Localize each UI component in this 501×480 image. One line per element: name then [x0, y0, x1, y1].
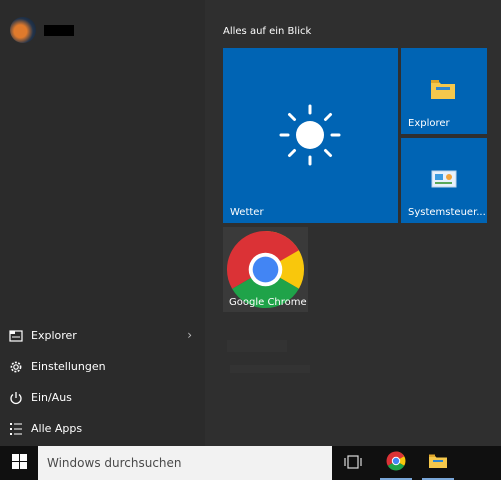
folder-icon [430, 78, 456, 104]
faded-shadow [227, 340, 287, 352]
menu-item-all-apps[interactable]: Alle Apps [0, 413, 205, 444]
search-box[interactable] [38, 446, 332, 480]
menu-item-power-label: Ein/Aus [31, 391, 72, 404]
file-explorer-icon [428, 453, 448, 473]
tile-chrome[interactable]: Google Chrome [223, 227, 308, 312]
start-menu: Explorer › Einstellungen Ein/Aus Alle Ap… [0, 0, 501, 446]
menu-item-explorer-label: Explorer [31, 329, 77, 342]
control-panel-icon [431, 168, 457, 194]
tile-chrome-label: Google Chrome [229, 297, 307, 308]
chrome-icon [386, 451, 406, 475]
sun-icon [278, 103, 342, 171]
tile-explorer[interactable]: Explorer [401, 48, 487, 134]
username-redacted [44, 24, 74, 36]
taskbar-chrome-button[interactable] [376, 446, 416, 480]
power-icon [9, 391, 23, 405]
search-input[interactable] [47, 456, 317, 470]
tile-control-panel-label: Systemsteuer... [408, 207, 486, 218]
menu-item-explorer[interactable]: Explorer › [0, 320, 205, 351]
tile-control-panel[interactable]: Systemsteuer... [401, 138, 487, 223]
menu-item-power[interactable]: Ein/Aus [0, 382, 205, 413]
taskbar [0, 446, 501, 480]
all-apps-icon [9, 422, 23, 436]
start-button[interactable] [0, 446, 38, 480]
menu-item-all-apps-label: Alle Apps [31, 422, 83, 435]
user-account[interactable] [10, 16, 74, 44]
gear-icon [9, 360, 23, 374]
tile-group-title: Alles auf ein Blick [223, 26, 312, 37]
start-menu-left-column: Explorer › Einstellungen Ein/Aus Alle Ap… [0, 0, 205, 446]
tile-weather[interactable]: Wetter [223, 48, 398, 223]
chevron-right-icon[interactable]: › [187, 328, 192, 342]
task-view-icon [344, 454, 362, 473]
task-view-button[interactable] [333, 446, 373, 480]
tile-weather-label: Wetter [230, 207, 264, 218]
faded-shadow [230, 365, 310, 373]
windows-logo-icon [11, 453, 27, 473]
menu-item-settings-label: Einstellungen [31, 360, 106, 373]
menu-item-settings[interactable]: Einstellungen [0, 351, 205, 382]
tile-explorer-label: Explorer [408, 118, 450, 129]
taskbar-file-explorer-button[interactable] [418, 446, 458, 480]
explorer-icon [9, 329, 23, 343]
avatar[interactable] [10, 17, 36, 43]
